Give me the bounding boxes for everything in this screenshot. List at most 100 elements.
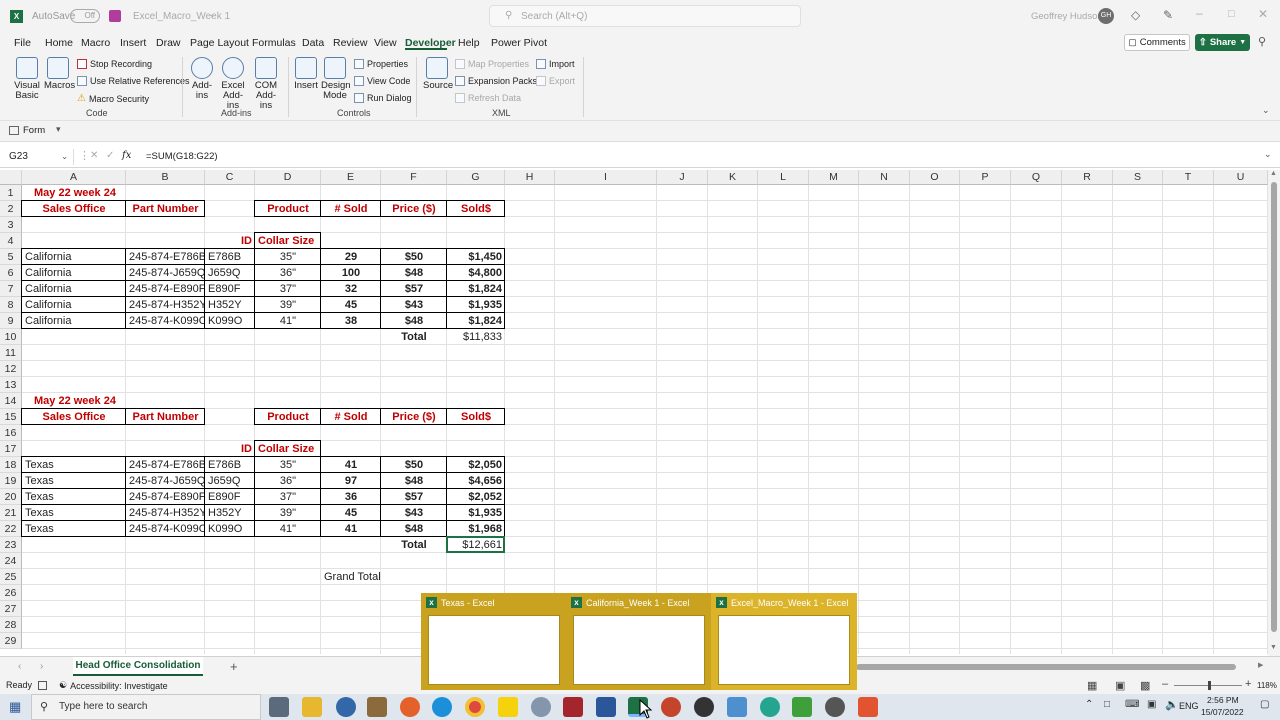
sales-office-cell[interactable]: California bbox=[22, 297, 126, 313]
horizontal-scrollbar[interactable] bbox=[856, 663, 1246, 671]
price-cell[interactable]: $57 bbox=[381, 281, 447, 297]
select-all-corner[interactable] bbox=[0, 170, 22, 185]
language-indicator[interactable]: ENG bbox=[1179, 701, 1199, 711]
collar-size-cell[interactable]: 41" bbox=[255, 521, 321, 537]
sold-dollars-cell[interactable]: $1,935 bbox=[447, 297, 505, 313]
share-button[interactable]: ⇧ Share ▼ bbox=[1195, 34, 1250, 51]
header-price[interactable]: Price ($) bbox=[381, 409, 447, 425]
column-header[interactable]: P bbox=[960, 170, 1011, 185]
chrome-icon[interactable] bbox=[465, 697, 485, 717]
collar-size-cell[interactable]: 36" bbox=[255, 473, 321, 489]
macros-button[interactable]: Macros bbox=[44, 57, 75, 91]
scroll-up-icon[interactable]: ▲ bbox=[1270, 170, 1277, 177]
xml-source-button[interactable]: Source bbox=[423, 57, 453, 91]
tab-help[interactable]: Help bbox=[458, 37, 480, 49]
part-number-cell[interactable]: 245-874-E786B bbox=[126, 249, 205, 265]
part-number-cell[interactable]: 245-874-J659Q bbox=[126, 265, 205, 281]
collar-size-cell[interactable]: 36" bbox=[255, 265, 321, 281]
name-box[interactable]: G23 ⌄ bbox=[6, 149, 74, 165]
page-layout-view-icon[interactable]: ▣ bbox=[1115, 679, 1125, 692]
row-header[interactable]: 20 bbox=[0, 489, 22, 505]
zoom-level[interactable]: 118% bbox=[1257, 681, 1277, 690]
window-preview-california[interactable]: x California_Week 1 - Excel bbox=[566, 593, 711, 690]
firefox-icon[interactable] bbox=[400, 697, 420, 717]
sheet-prev-icon[interactable]: ‹ bbox=[18, 661, 21, 672]
sales-office-cell[interactable]: California bbox=[22, 265, 126, 281]
sheet-next-icon[interactable]: › bbox=[40, 661, 43, 672]
part-number-cell[interactable]: 245-874-E786B bbox=[126, 457, 205, 473]
part-number-cell[interactable]: 245-874-K099O bbox=[126, 313, 205, 329]
total-label[interactable]: Total bbox=[381, 329, 447, 345]
github-icon[interactable] bbox=[694, 697, 714, 717]
part-number-cell[interactable]: 245-874-K099O bbox=[126, 521, 205, 537]
comments-button[interactable]: ▢ Comments bbox=[1124, 34, 1190, 51]
normal-view-icon[interactable]: ▦ bbox=[1087, 679, 1097, 692]
edge-icon[interactable] bbox=[432, 697, 452, 717]
sold-dollars-cell[interactable]: $4,800 bbox=[447, 265, 505, 281]
tab-view[interactable]: View bbox=[374, 37, 397, 49]
collar-size-cell[interactable]: 35" bbox=[255, 457, 321, 473]
macro-security-button[interactable]: ⚠ Macro Security bbox=[77, 93, 149, 104]
tab-data[interactable]: Data bbox=[302, 37, 324, 49]
row-header[interactable]: 28 bbox=[0, 617, 22, 633]
network-icon[interactable]: ▣ bbox=[1147, 699, 1156, 710]
column-header[interactable]: C bbox=[205, 170, 255, 185]
column-header[interactable]: J bbox=[657, 170, 708, 185]
sales-office-cell[interactable]: Texas bbox=[22, 489, 126, 505]
reel-app-icon[interactable] bbox=[825, 697, 845, 717]
page-break-view-icon[interactable]: ▩ bbox=[1140, 679, 1150, 692]
camera-app-icon[interactable] bbox=[269, 697, 289, 717]
column-header[interactable]: H bbox=[505, 170, 555, 185]
row-header[interactable]: 10 bbox=[0, 329, 22, 345]
media-app-icon[interactable] bbox=[367, 697, 387, 717]
row-header[interactable]: 8 bbox=[0, 297, 22, 313]
sales-office-cell[interactable]: California bbox=[22, 313, 126, 329]
recorder-app-icon[interactable] bbox=[858, 697, 878, 717]
block-heading[interactable]: May 22 week 24 bbox=[22, 393, 205, 409]
row-header[interactable]: 27 bbox=[0, 601, 22, 617]
accessibility-button[interactable]: ☯ Accessibility: Investigate bbox=[59, 680, 168, 691]
volume-icon[interactable]: 🔈 bbox=[1165, 698, 1179, 711]
header-part-number[interactable]: Part Number bbox=[126, 409, 205, 425]
row-header[interactable]: 1 bbox=[0, 185, 22, 201]
id-cell[interactable]: H352Y bbox=[205, 297, 255, 313]
cancel-icon[interactable]: ✕ bbox=[90, 150, 98, 161]
scroll-thumb[interactable] bbox=[1271, 182, 1277, 632]
files-app-icon[interactable] bbox=[727, 697, 747, 717]
row-header[interactable]: 12 bbox=[0, 361, 22, 377]
column-header[interactable]: K bbox=[708, 170, 758, 185]
save-icon[interactable] bbox=[109, 10, 121, 22]
header-product[interactable]: Product bbox=[255, 201, 321, 217]
relative-references-button[interactable]: Use Relative References bbox=[77, 76, 190, 86]
column-header[interactable]: B bbox=[126, 170, 205, 185]
insert-control-button[interactable]: Insert bbox=[293, 57, 319, 91]
price-cell[interactable]: $50 bbox=[381, 249, 447, 265]
id-cell[interactable]: K099O bbox=[205, 313, 255, 329]
total-label[interactable]: Total bbox=[381, 537, 447, 553]
header-id[interactable]: ID bbox=[205, 441, 255, 457]
taskbar-search-box[interactable]: ⚲ Type here to search bbox=[31, 694, 261, 720]
sales-office-cell[interactable]: Texas bbox=[22, 505, 126, 521]
tray-overflow-icon[interactable]: ⌃ bbox=[1085, 699, 1093, 710]
tab-review[interactable]: Review bbox=[333, 37, 367, 49]
refresh-data-button[interactable]: Refresh Data bbox=[455, 93, 521, 103]
sold-cell[interactable]: 45 bbox=[321, 297, 381, 313]
column-header[interactable]: N bbox=[859, 170, 910, 185]
clock-time[interactable]: 2:56 PM bbox=[1207, 695, 1239, 705]
row-header[interactable]: 13 bbox=[0, 377, 22, 393]
column-header[interactable]: D bbox=[255, 170, 321, 185]
sold-cell[interactable]: 41 bbox=[321, 521, 381, 537]
zoom-out-icon[interactable]: – bbox=[1162, 678, 1168, 690]
column-header[interactable]: S bbox=[1113, 170, 1163, 185]
scroll-down-icon[interactable]: ▼ bbox=[1270, 644, 1277, 651]
id-cell[interactable]: E890F bbox=[205, 489, 255, 505]
collar-size-cell[interactable]: 37" bbox=[255, 489, 321, 505]
header-sales-office[interactable]: Sales Office bbox=[22, 409, 126, 425]
row-header[interactable]: 14 bbox=[0, 393, 22, 409]
ribbon-options-icon[interactable]: ⚲ bbox=[1258, 35, 1266, 48]
row-header[interactable]: 6 bbox=[0, 265, 22, 281]
tab-insert[interactable]: Insert bbox=[120, 37, 146, 49]
sales-office-cell[interactable]: Texas bbox=[22, 457, 126, 473]
sold-cell[interactable]: 45 bbox=[321, 505, 381, 521]
column-header[interactable]: F bbox=[381, 170, 447, 185]
